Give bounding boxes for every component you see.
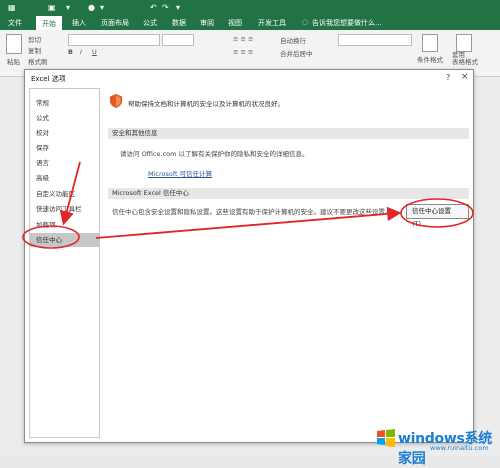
annotation-overlay (22, 161, 474, 249)
watermark-url: www.ruinaitu.com (430, 444, 489, 452)
annotation-circle-button (400, 198, 474, 228)
annotation-arrow-down (59, 161, 81, 226)
windows-logo-icon (377, 429, 395, 447)
annotation-arrow-right (95, 206, 402, 239)
annotation-circle-nav (22, 225, 80, 249)
